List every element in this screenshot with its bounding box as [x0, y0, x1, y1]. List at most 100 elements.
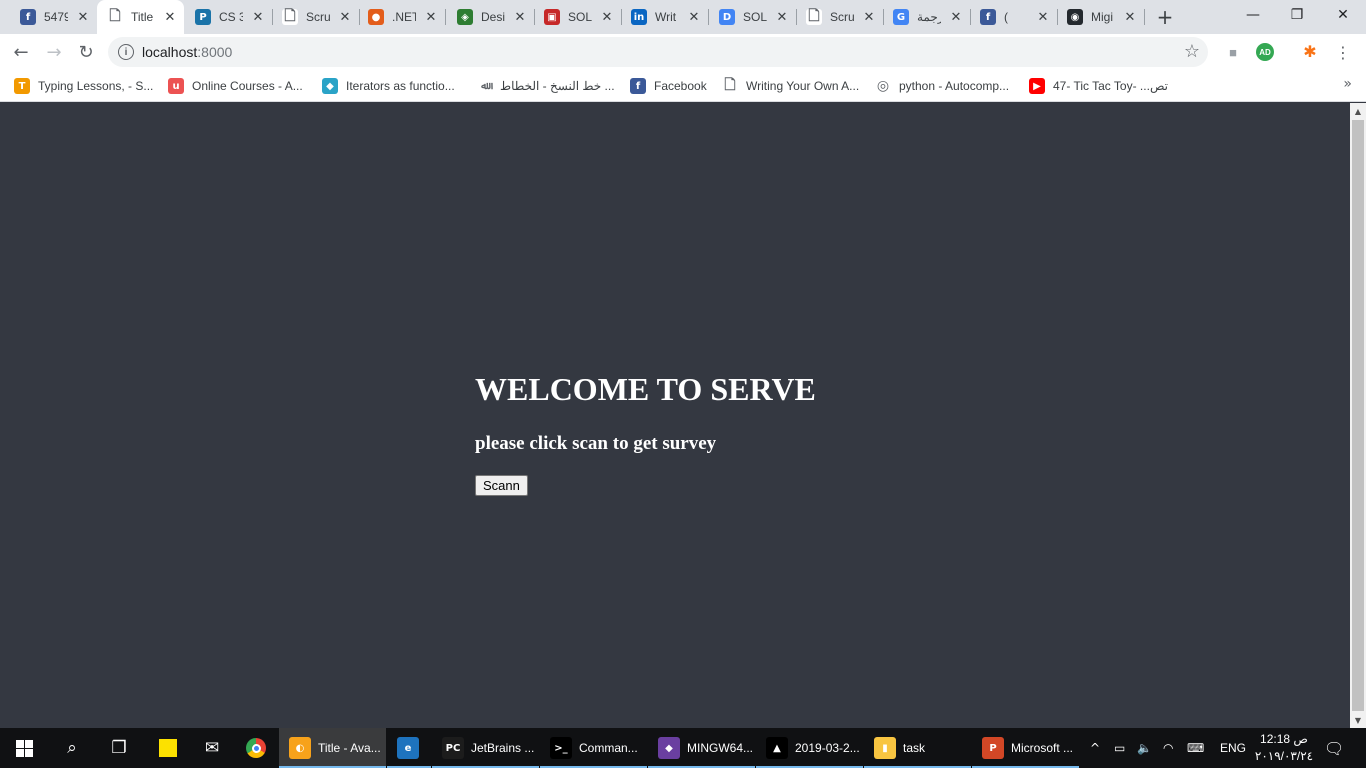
browser-tab[interactable]: ◈ Desi ✕ [447, 0, 535, 34]
tab-title: SOLI [568, 10, 592, 24]
tray-chevron-icon[interactable]: ^ [1090, 728, 1100, 768]
search-icon[interactable]: ⌕ [52, 732, 92, 764]
task-view-icon[interactable]: ❐ [99, 732, 139, 764]
page-viewport: WELCOME TO SERVE please click scan to ge… [0, 103, 1350, 728]
calligraphy-icon: ﷲ [481, 80, 487, 92]
windows-start-icon[interactable] [4, 732, 44, 764]
scroll-down-icon[interactable]: ▼ [1350, 712, 1366, 728]
browser-tab[interactable]: 🗋 Scru ✕ [272, 0, 360, 34]
scan-button[interactable]: Scann [475, 475, 528, 496]
close-tab-icon[interactable]: ✕ [75, 9, 91, 25]
battery-icon[interactable]: ▭ [1114, 728, 1125, 768]
mail-icon[interactable]: ✉ [192, 732, 232, 764]
tab-title: Desi [481, 10, 505, 24]
bookmark-item[interactable]: ◆ Iterators as functio... [322, 77, 455, 95]
taskbar-app[interactable]: ◆ MINGW64... [648, 728, 755, 768]
new-tab-button[interactable]: + [1153, 5, 1177, 29]
address-bar[interactable]: i localhost:8000 ☆ [108, 37, 1208, 67]
udemy-icon: u [168, 78, 184, 94]
browser-tab[interactable]: D SOLI ✕ [709, 0, 797, 34]
taskbar-app[interactable]: >_ Comman... [540, 728, 647, 768]
taskbar-app[interactable]: P Microsoft ... [972, 728, 1079, 768]
page-icon: 🗋 [107, 8, 123, 25]
close-tab-icon[interactable]: ✕ [162, 9, 178, 25]
url-text[interactable]: localhost:8000 [142, 44, 232, 60]
bookmark-item[interactable]: f Facebook [630, 77, 707, 95]
browser-tab[interactable]: ▣ SOLI ✕ [534, 0, 622, 34]
page-scrollbar[interactable]: ▲ ▼ [1350, 103, 1366, 728]
bookmark-item[interactable]: ▶ 47- Tic Tac Toy- ...تص [1029, 77, 1168, 95]
taskbar-app[interactable]: PC JetBrains ... [432, 728, 539, 768]
close-tab-icon[interactable]: ✕ [512, 9, 528, 25]
bookmark-item[interactable]: ◎ python - Autocomp... [875, 77, 1009, 95]
clock[interactable]: 12:18 ص ٢٠١٩/٠٣/٢٤ [1254, 731, 1314, 765]
forward-icon[interactable]: → [40, 38, 68, 66]
taskbar-app[interactable]: ◐ Title - Ava... [279, 728, 386, 768]
taskbar-app[interactable]: e [387, 728, 431, 768]
git-icon: ◆ [658, 737, 680, 759]
close-tab-icon[interactable]: ✕ [861, 9, 877, 25]
close-tab-icon[interactable]: ✕ [1122, 9, 1138, 25]
browser-tab[interactable]: f 5479 ✕ [10, 0, 97, 34]
taskbar-app-label: Title - Ava... [318, 741, 381, 755]
powerpoint-icon: P [982, 737, 1004, 759]
close-tab-icon[interactable]: ✕ [250, 9, 266, 25]
extension-icon[interactable]: ✱ [1301, 43, 1319, 61]
chrome-icon[interactable] [236, 732, 276, 764]
tab-strip: f 5479 ✕ 🗋 Title ✕ P CS 3 ✕ 🗋 Scru ✕ ● .NET ✕ ◈ Desi ✕ ▣ SO… [0, 0, 1366, 34]
close-window-icon[interactable]: ✕ [1320, 0, 1366, 30]
facebook-icon: f [980, 9, 996, 25]
taskbar-app[interactable]: ▲ 2019-03-2... [756, 728, 863, 768]
scroll-thumb[interactable] [1352, 120, 1364, 711]
browser-tab[interactable]: in Writ ✕ [621, 0, 709, 34]
close-tab-icon[interactable]: ✕ [423, 9, 439, 25]
translate-icon: G [893, 9, 909, 25]
close-tab-icon[interactable]: ✕ [948, 9, 964, 25]
keyboard-icon[interactable]: ⌨ [1187, 728, 1204, 768]
bookmark-item[interactable]: u Online Courses - A... [168, 77, 303, 95]
site-info-icon[interactable]: i [118, 44, 134, 60]
bookmark-star-icon[interactable]: ☆ [1184, 41, 1200, 62]
close-tab-icon[interactable]: ✕ [337, 9, 353, 25]
notifications-icon[interactable]: 🗨 [1324, 728, 1344, 768]
bookmark-label: خط النسخ - الخطاط ... [500, 79, 615, 93]
bookmark-item[interactable]: T Typing Lessons, - S... [14, 77, 153, 95]
back-icon[interactable]: ← [7, 38, 35, 66]
menu-icon[interactable]: ⋮ [1334, 43, 1352, 62]
close-tab-icon[interactable]: ✕ [686, 9, 702, 25]
page-icon: 🗋 [282, 8, 298, 25]
browser-tab[interactable]: 🗋 Scru ✕ [796, 0, 884, 34]
tab-title: Scru [830, 10, 854, 24]
bookmarks-bar: » T Typing Lessons, - S... u Online Courses… [0, 70, 1366, 102]
tab-separator [1144, 9, 1145, 25]
pycharm-icon: PC [442, 737, 464, 759]
wifi-icon[interactable]: ◠ [1163, 728, 1173, 768]
camera-icon[interactable]: ■ [1224, 43, 1242, 61]
scroll-up-icon[interactable]: ▲ [1350, 103, 1366, 119]
browser-tab[interactable]: ● .NET ✕ [358, 0, 446, 34]
taskbar-app-label: 2019-03-2... [795, 741, 860, 755]
browser-tab[interactable]: P CS 3 ✕ [185, 0, 273, 34]
minimize-window-icon[interactable]: — [1230, 0, 1276, 30]
bookmarks-more-icon[interactable]: » [1343, 76, 1352, 92]
reload-icon[interactable]: ↻ [72, 38, 100, 66]
bookmark-label: Facebook [654, 79, 707, 93]
bookmark-item[interactable]: ﷲ خط النسخ - الخطاط ... [476, 77, 615, 95]
browser-tab[interactable]: ◉ Migi ✕ [1057, 0, 1145, 34]
volume-icon[interactable]: 🔈 [1137, 728, 1152, 768]
close-tab-icon[interactable]: ✕ [774, 9, 790, 25]
browser-tab[interactable]: G ترجمة ✕ [883, 0, 971, 34]
browser-tab[interactable]: 🗋 Title ✕ [97, 0, 184, 34]
browser-tab[interactable]: f (✕ [970, 0, 1058, 34]
bookmark-label: python - Autocomp... [899, 79, 1010, 93]
language-indicator[interactable]: ENG [1220, 728, 1246, 768]
bookmark-item[interactable]: 🗋 Writing Your Own A... [722, 77, 859, 95]
profile-avatar[interactable]: AD [1256, 43, 1274, 61]
maximize-window-icon[interactable]: ❐ [1274, 0, 1320, 30]
typing-icon: T [14, 78, 30, 94]
sticky-notes-icon[interactable] [148, 732, 188, 764]
close-tab-icon[interactable]: ✕ [599, 9, 615, 25]
close-tab-icon[interactable]: ✕ [1035, 9, 1051, 25]
taskbar-app[interactable]: ▮ task [864, 728, 971, 768]
tab-title: ترجمة [917, 10, 941, 24]
